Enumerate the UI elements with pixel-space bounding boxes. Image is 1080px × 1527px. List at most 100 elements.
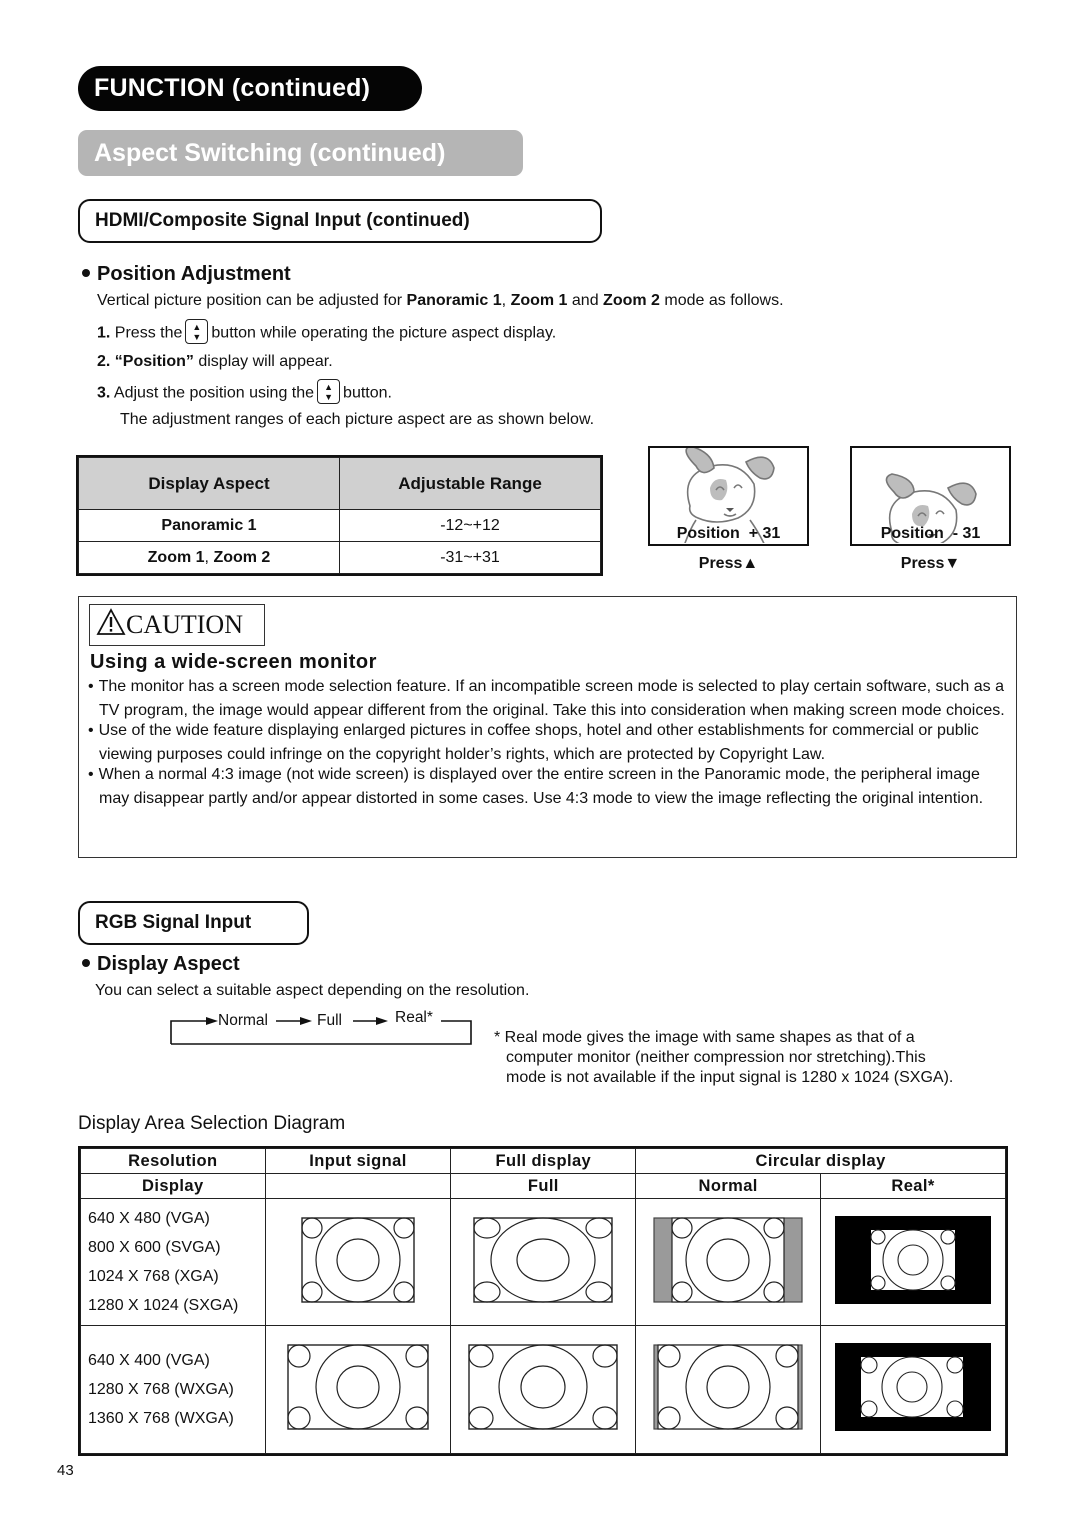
table-cell-aspect: Panoramic 1 — [78, 509, 340, 542]
table-header-row: Display Full Normal Real* — [80, 1173, 1006, 1199]
resolution-item: 1280 X 1024 (SXGA) — [88, 1297, 239, 1314]
normal-display-image — [635, 1325, 822, 1454]
normal-display-image — [635, 1198, 822, 1326]
resolution-item: 1360 X 768 (WXGA) — [88, 1410, 234, 1427]
position-adjustment-heading: Position Adjustment — [82, 263, 291, 286]
display-area-table: Resolution Input signal Full display Cir… — [78, 1146, 1008, 1456]
position-intro: Vertical picture position can be adjuste… — [97, 292, 784, 310]
step-1: 1. Press the ▲ ▼ button while operating the… — [97, 319, 557, 346]
header-display: Display — [80, 1173, 266, 1199]
table-header-row: Display Aspect Adjustable Range — [78, 457, 601, 510]
aspect-zoom2: Zoom 2 — [213, 548, 271, 566]
full-display-image — [450, 1325, 637, 1454]
table-row: Zoom 1, Zoom 2 -31~+31 — [78, 541, 601, 574]
resolution-item: 800 X 600 (SVGA) — [88, 1239, 221, 1256]
display-aspect-intro: You can select a suitable aspect dependi… — [95, 982, 530, 999]
full-display-image — [450, 1198, 637, 1326]
caution-title: Using a wide-screen monitor — [90, 651, 377, 673]
resolution-list: 640 X 480 (VGA) 800 X 600 (SVGA) 1024 X … — [80, 1198, 266, 1326]
header-circular-display: Circular display — [635, 1148, 1006, 1174]
input-signal-image — [264, 1198, 452, 1326]
test-pattern-wide-icon — [287, 1344, 429, 1430]
table-cell-range: -31~+31 — [339, 541, 601, 574]
aspect-cycle-diagram: Normal Full Real* — [170, 1008, 472, 1046]
table-cell-range: -12~+12 — [339, 509, 601, 542]
caution-badge-text: CAUTION — [126, 610, 243, 639]
up-down-button-icon: ▲ ▼ — [185, 319, 209, 344]
table-header-cell: Display Aspect — [78, 457, 340, 510]
step-number: 2. — [97, 353, 111, 370]
step-number: 1. — [97, 324, 111, 342]
cycle-real: Real* — [395, 1009, 433, 1026]
test-pattern-stretched-icon — [473, 1216, 614, 1303]
caution-item: When a normal 4:3 image (not wide screen… — [86, 763, 1011, 810]
step-text: button while operating the picture aspec… — [211, 324, 557, 342]
header-input-signal: Input signal — [264, 1148, 452, 1174]
page-number: 43 — [57, 1462, 74, 1479]
table-row-4-3: 640 X 480 (VGA) 800 X 600 (SVGA) 1024 X … — [80, 1198, 1006, 1326]
position-plus-example: Position + 31 — [648, 446, 809, 546]
step-3: 3. Adjust the position using the ▲ ▼ button… — [97, 379, 392, 406]
test-pattern-pillarbox-icon — [653, 1216, 803, 1303]
section-title-function: FUNCTION (continued) — [78, 66, 422, 111]
header-empty — [264, 1173, 452, 1199]
header-full-display: Full display — [450, 1148, 637, 1174]
rgb-section-title: RGB Signal Input — [78, 901, 309, 945]
step-2: 2. “Position” display will appear. — [97, 353, 333, 371]
intro-text: Vertical picture position can be adjuste… — [97, 292, 407, 309]
step-text: display will appear. — [193, 353, 333, 370]
intro-and: and — [567, 292, 604, 309]
real-mode-footnote: * Real mode gives the image with same sh… — [494, 1028, 953, 1088]
resolution-item: 640 X 400 (VGA) — [88, 1352, 210, 1369]
adjustment-note: The adjustment ranges of each picture as… — [120, 411, 595, 428]
cycle-normal: Normal — [218, 1012, 268, 1029]
resolution-item: 1280 X 768 (WXGA) — [88, 1381, 234, 1398]
hdmi-section-title: HDMI/Composite Signal Input (continued) — [78, 199, 602, 243]
footnote-line: computer monitor (neither compression no… — [506, 1049, 926, 1066]
display-aspect-heading-text: Display Aspect — [97, 953, 240, 975]
intro-panoramic1: Panoramic 1 — [406, 292, 502, 309]
header-real: Real* — [820, 1173, 1006, 1199]
position-readout: Position - 31 — [880, 525, 981, 542]
cycle-full: Full — [317, 1012, 342, 1029]
input-signal-image — [264, 1325, 452, 1454]
header-resolution: Resolution — [80, 1148, 266, 1174]
step-number: 3. — [97, 384, 111, 402]
caution-list: The monitor has a screen mode selection … — [86, 675, 1011, 807]
bullet-icon — [82, 958, 90, 967]
test-pattern-wide-normal-icon — [653, 1344, 803, 1430]
footnote-line: mode is not available if the input signa… — [506, 1069, 954, 1086]
real-display-image — [820, 1325, 1006, 1454]
adjustable-range-table: Display Aspect Adjustable Range Panorami… — [76, 455, 603, 576]
step-text: button. — [343, 384, 392, 402]
footnote-line: * Real mode gives the image with same sh… — [494, 1029, 915, 1046]
step-bold: “Position” — [114, 353, 194, 370]
caution-item: Use of the wide feature displaying enlar… — [86, 719, 1011, 766]
intro-sep: , — [501, 292, 511, 309]
test-pattern-wide-full-icon — [468, 1344, 619, 1430]
press-down-label: Press▼ — [900, 555, 961, 572]
up-down-button-icon: ▲ ▼ — [317, 379, 341, 404]
intro-zoom2: Zoom 2 — [603, 292, 660, 309]
caution-item: The monitor has a screen mode selection … — [86, 675, 1011, 722]
table-header-row: Resolution Input signal Full display Cir… — [80, 1148, 1006, 1174]
test-pattern-4-3-icon — [301, 1216, 415, 1303]
position-readout: Position + 31 — [676, 525, 781, 542]
warning-triangle-icon — [96, 608, 126, 635]
bullet-icon — [82, 268, 90, 277]
table-row: Panoramic 1 -12~+12 — [78, 509, 601, 542]
test-pattern-wide-real-icon — [835, 1343, 992, 1431]
table-row-wide: 640 X 400 (VGA) 1280 X 768 (WXGA) 1360 X… — [80, 1325, 1006, 1454]
header-normal: Normal — [635, 1173, 822, 1199]
resolution-item: 640 X 480 (VGA) — [88, 1210, 210, 1227]
press-up-label: Press▲ — [698, 555, 759, 572]
step-text: Press the — [114, 324, 183, 342]
caution-badge: CAUTION — [89, 604, 265, 646]
position-minus-example: Position - 31 — [850, 446, 1011, 546]
header-full: Full — [450, 1173, 637, 1199]
resolution-list: 640 X 400 (VGA) 1280 X 768 (WXGA) 1360 X… — [80, 1325, 266, 1454]
step-text: Adjust the position using the — [113, 384, 315, 402]
aspect-zoom1: Zoom 1 — [147, 548, 205, 566]
position-adjustment-heading-text: Position Adjustment — [97, 263, 291, 285]
intro-zoom1: Zoom 1 — [510, 292, 568, 309]
